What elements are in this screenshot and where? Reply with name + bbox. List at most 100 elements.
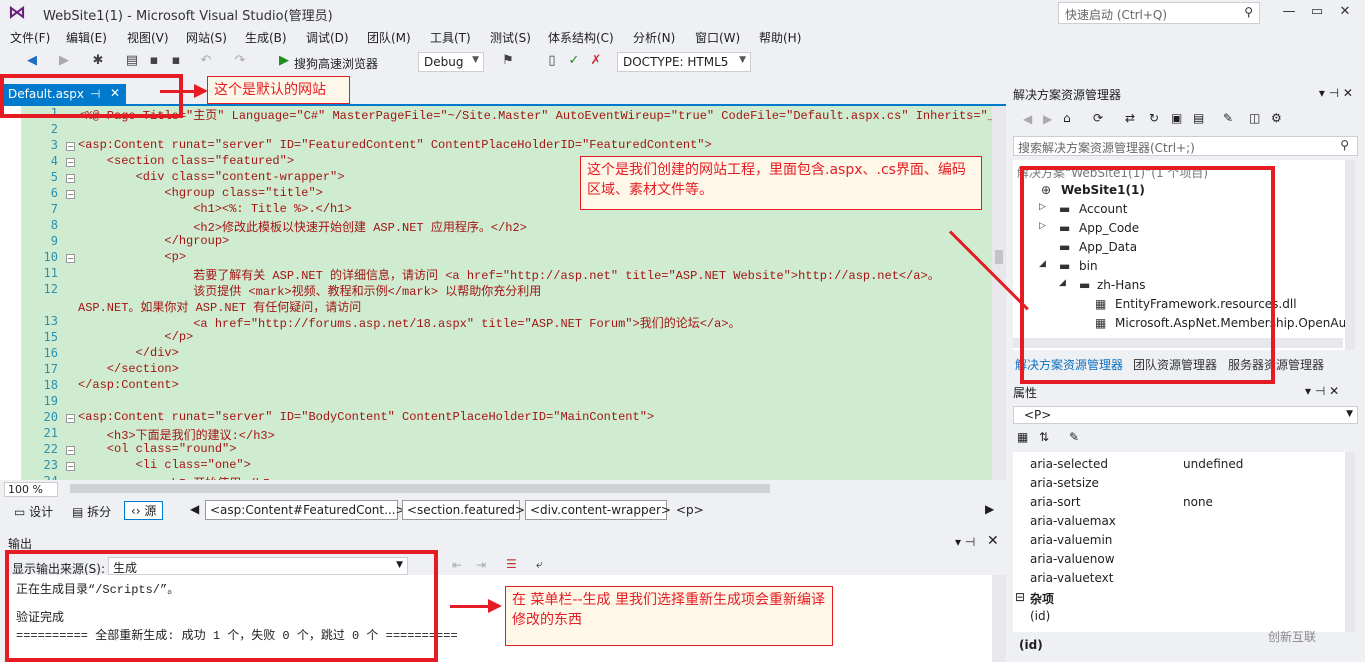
quick-launch-input[interactable]: 快速启动 (Ctrl+Q) ⚲ (1058, 2, 1260, 24)
alphabetical-icon[interactable]: ⇅ (1039, 430, 1049, 444)
clear-icon[interactable]: ✗ (588, 53, 604, 69)
menu-team[interactable]: 团队(M) (367, 29, 411, 46)
fold-toggle-icon[interactable]: − (66, 414, 75, 423)
breadcrumb-item[interactable]: <section.featured> (402, 500, 525, 520)
show-all-files-icon[interactable]: ▤ (1193, 111, 1204, 125)
menu-file[interactable]: 文件(F) (10, 29, 50, 46)
categorized-icon[interactable]: ▦ (1017, 430, 1028, 444)
output-close-icon[interactable]: ✕ (987, 533, 999, 549)
breadcrumb-item[interactable]: <div.content-wrapper> (525, 500, 671, 520)
fold-toggle-icon[interactable]: − (66, 254, 75, 263)
crumb-next-icon[interactable]: ▶ (985, 502, 994, 516)
code-line[interactable]: <p> (78, 250, 186, 264)
code-line[interactable]: <asp:Content runat="server" ID="BodyCont… (78, 410, 654, 424)
menu-window[interactable]: 窗口(W) (695, 29, 740, 46)
zoom-select[interactable]: 100 % (4, 482, 58, 497)
undo-icon[interactable]: ↶ (198, 53, 214, 69)
property-value[interactable]: none (1183, 495, 1213, 509)
menu-tools[interactable]: 工具(T) (430, 29, 471, 46)
menu-help[interactable]: 帮助(H) (759, 29, 801, 46)
code-line[interactable]: </section> (78, 362, 179, 376)
properties-icon[interactable]: ✎ (1223, 111, 1233, 125)
menu-debug[interactable]: 调试(D) (306, 29, 349, 46)
property-value[interactable]: undefined (1183, 457, 1243, 471)
code-line[interactable]: 若要了解有关 ASP.NET 的详细信息，请访问 <a href="http:/… (78, 266, 940, 283)
code-line[interactable]: </asp:Content> (78, 378, 179, 392)
doctype-select[interactable]: DOCTYPE: HTML5 ▼ (617, 52, 751, 72)
code-line[interactable]: ASP.NET。如果你对 ASP.NET 有任何疑问，请访问 (78, 298, 361, 315)
properties-object-select[interactable]: <P> ▼ (1013, 406, 1358, 424)
menu-test[interactable]: 测试(S) (490, 29, 531, 46)
clear-all-icon[interactable]: ☰ (506, 557, 517, 571)
menu-analyze[interactable]: 分析(N) (633, 29, 675, 46)
back-icon[interactable]: ◀ (24, 53, 40, 69)
code-line[interactable]: <hgroup class="title"> (78, 186, 322, 200)
source-view-button[interactable]: ‹› 源 (124, 501, 164, 520)
property-name[interactable]: aria-valuetext (1030, 571, 1113, 585)
code-line[interactable]: 该页提供 <mark>视频、教程和示例</mark> 以帮助你充分利用 (78, 282, 541, 299)
editor-scroll-thumb[interactable] (995, 250, 1003, 264)
design-view-button[interactable]: ▭ 设计 (14, 503, 53, 520)
panel-controls-icon[interactable]: ▾ ⊣ ✕ (1305, 384, 1339, 398)
word-wrap-icon[interactable]: ⤶ (536, 557, 543, 572)
back-icon[interactable]: ◀ (1023, 112, 1032, 126)
fold-toggle-icon[interactable]: − (66, 462, 75, 471)
minimize-button[interactable]: — (1275, 2, 1303, 22)
menu-view[interactable]: 视图(V) (127, 29, 169, 46)
redo-icon[interactable]: ↷ (232, 53, 248, 69)
editor-horizontal-scrollbar[interactable] (70, 484, 770, 493)
tree-scrollbar[interactable] (1345, 160, 1355, 350)
home-icon[interactable]: ⌂ (1063, 111, 1071, 125)
properties-scrollbar[interactable] (1345, 452, 1355, 632)
editor-vertical-scrollbar[interactable] (992, 106, 1006, 480)
browser-button[interactable]: 搜狗高速浏览器 (294, 55, 378, 72)
property-name[interactable]: aria-sort (1030, 495, 1081, 509)
property-name[interactable]: aria-valuemin (1030, 533, 1112, 547)
code-line[interactable]: </p> (78, 330, 193, 344)
fold-toggle-icon[interactable]: − (66, 446, 75, 455)
configuration-select[interactable]: Debug ▼ (418, 52, 484, 72)
preview-icon[interactable]: ◫ (1249, 111, 1260, 125)
attach-icon[interactable]: ⚑ (500, 53, 516, 69)
start-debug-icon[interactable]: ▶ (276, 53, 292, 69)
fold-toggle-icon[interactable]: − (66, 174, 75, 183)
menu-architecture[interactable]: 体系结构(C) (548, 29, 614, 46)
pending-changes-icon[interactable]: ⟳ (1093, 111, 1103, 125)
crumb-prev-icon[interactable]: ◀ (190, 502, 199, 516)
code-line[interactable]: <%@ Page Title="主页" Language="C#" Master… (78, 106, 992, 123)
fold-toggle-icon[interactable]: − (66, 158, 75, 167)
solution-search-input[interactable]: 搜索解决方案资源管理器(Ctrl+;) ⚲ (1013, 136, 1358, 156)
wrench-icon[interactable]: ✎ (1069, 430, 1079, 444)
sync-icon[interactable]: ⇄ (1125, 111, 1135, 125)
code-line[interactable]: <asp:Content runat="server" ID="Featured… (78, 138, 712, 152)
fold-toggle-icon[interactable]: − (66, 190, 75, 199)
forward-icon[interactable]: ▶ (56, 53, 72, 69)
new-project-icon[interactable]: ✱ (90, 53, 106, 69)
maximize-button[interactable]: ▭ (1303, 2, 1331, 22)
output-pin-icon[interactable]: ▾ ⊣ (955, 535, 975, 549)
code-line[interactable]: <ol class="round"> (78, 442, 237, 456)
menu-edit[interactable]: 编辑(E) (66, 29, 107, 46)
breadcrumb-item[interactable]: <asp:Content#FeaturedCont...> (205, 500, 406, 520)
open-file-icon[interactable]: ▤ (124, 53, 140, 69)
close-window-button[interactable]: ✕ (1331, 2, 1359, 22)
category-collapse-icon[interactable]: ⊟ (1015, 590, 1025, 604)
property-name[interactable]: (id) (1030, 609, 1050, 623)
menu-website[interactable]: 网站(S) (186, 29, 227, 46)
split-view-button[interactable]: ▤ 拆分 (72, 503, 111, 520)
forward-icon[interactable]: ▶ (1043, 112, 1052, 126)
prev-message-icon[interactable]: ⇤ (452, 558, 462, 572)
property-name[interactable]: aria-valuenow (1030, 552, 1115, 566)
property-name[interactable]: aria-valuemax (1030, 514, 1116, 528)
panel-controls-icon[interactable]: ▾ ⊣ ✕ (1319, 86, 1353, 100)
property-name[interactable]: aria-selected (1030, 457, 1108, 471)
code-line[interactable]: </div> (78, 346, 179, 360)
code-line[interactable]: <h1><%: Title %>.</h1> (78, 202, 351, 216)
code-line[interactable]: <li class="one"> (78, 458, 251, 472)
class-view-icon[interactable]: ⚙ (1271, 111, 1282, 125)
next-message-icon[interactable]: ⇥ (476, 558, 486, 572)
fold-toggle-icon[interactable]: − (66, 142, 75, 151)
code-line[interactable]: <div class="content-wrapper"> (78, 170, 345, 184)
code-line[interactable]: <section class="featured"> (78, 154, 294, 168)
save-icon[interactable]: ▪ (146, 53, 162, 69)
